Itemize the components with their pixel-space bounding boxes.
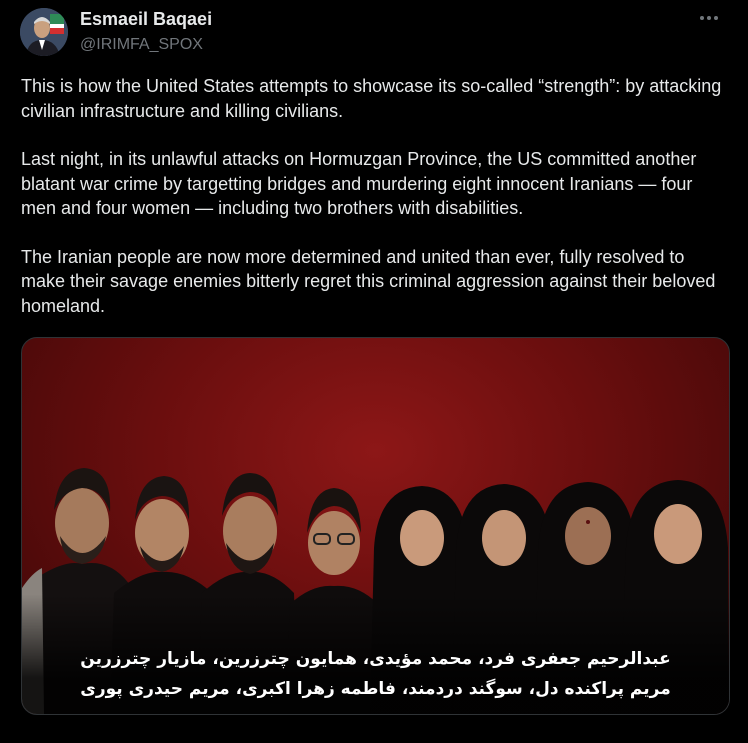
tweet-text: This is how the United States attempts t… [21, 74, 731, 342]
media-caption: عبدالرحیم جعفری فرد، محمد مؤیدی، همایون … [22, 644, 729, 704]
caption-line-2: مریم پراکنده دل، سوگند دردمند، فاطمه زهر… [80, 679, 671, 699]
tweet-media-image[interactable]: عبدالرحیم جعفری فرد، محمد مؤیدی، همایون … [21, 337, 730, 715]
caption-line-1: عبدالرحیم جعفری فرد، محمد مؤیدی، همایون … [80, 649, 671, 669]
avatar[interactable] [20, 8, 68, 56]
tweet-paragraph-2: Last night, in its unlawful attacks on H… [21, 149, 697, 218]
author-name[interactable]: Esmaeil Baqaei [80, 9, 212, 30]
tweet-paragraph-1: This is how the United States attempts t… [21, 76, 722, 121]
more-horizontal-icon[interactable] [694, 6, 724, 30]
author-handle[interactable]: @IRIMFA_SPOX [80, 36, 203, 54]
avatar-image [20, 8, 68, 56]
tweet-paragraph-3: The Iranian people are now more determin… [21, 246, 716, 316]
